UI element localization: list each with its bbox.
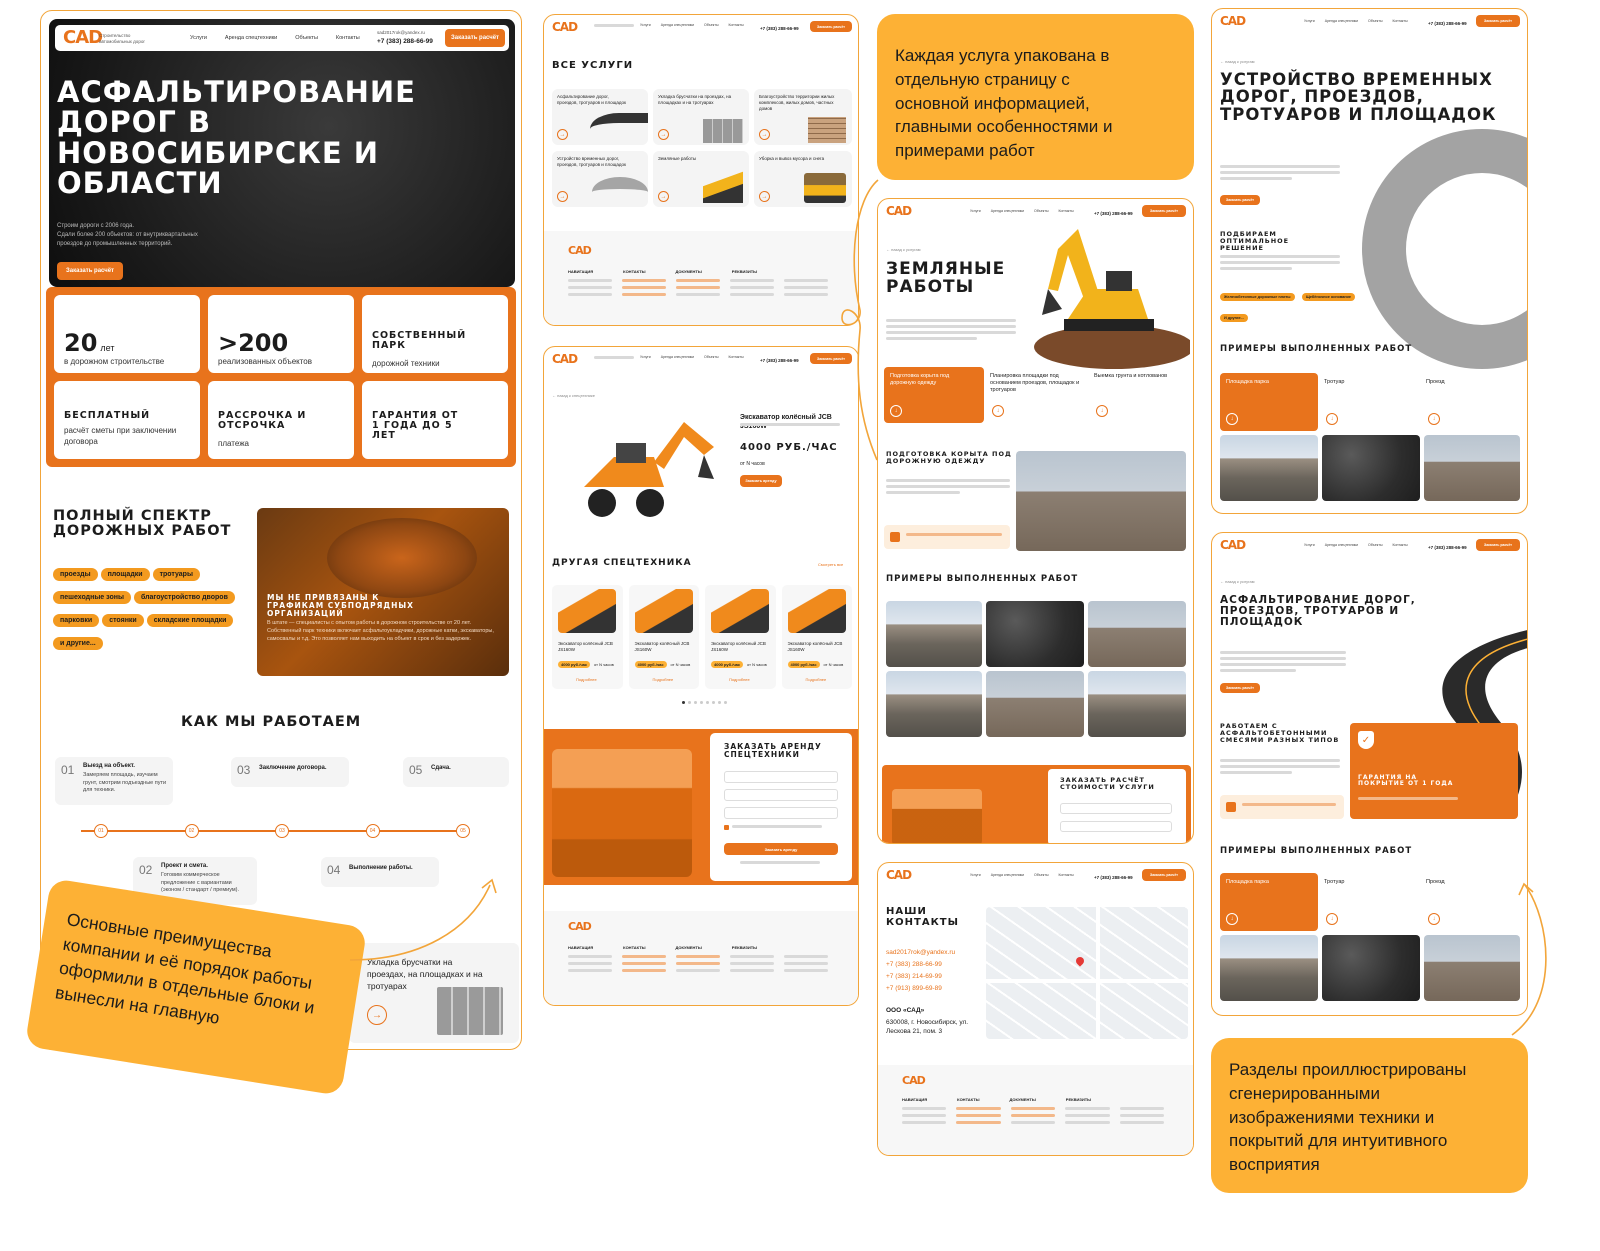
connector-top (841, 179, 879, 461)
connector-right (1511, 884, 1547, 1036)
connector-arrows (349, 179, 1547, 1036)
connector-left (349, 884, 491, 961)
